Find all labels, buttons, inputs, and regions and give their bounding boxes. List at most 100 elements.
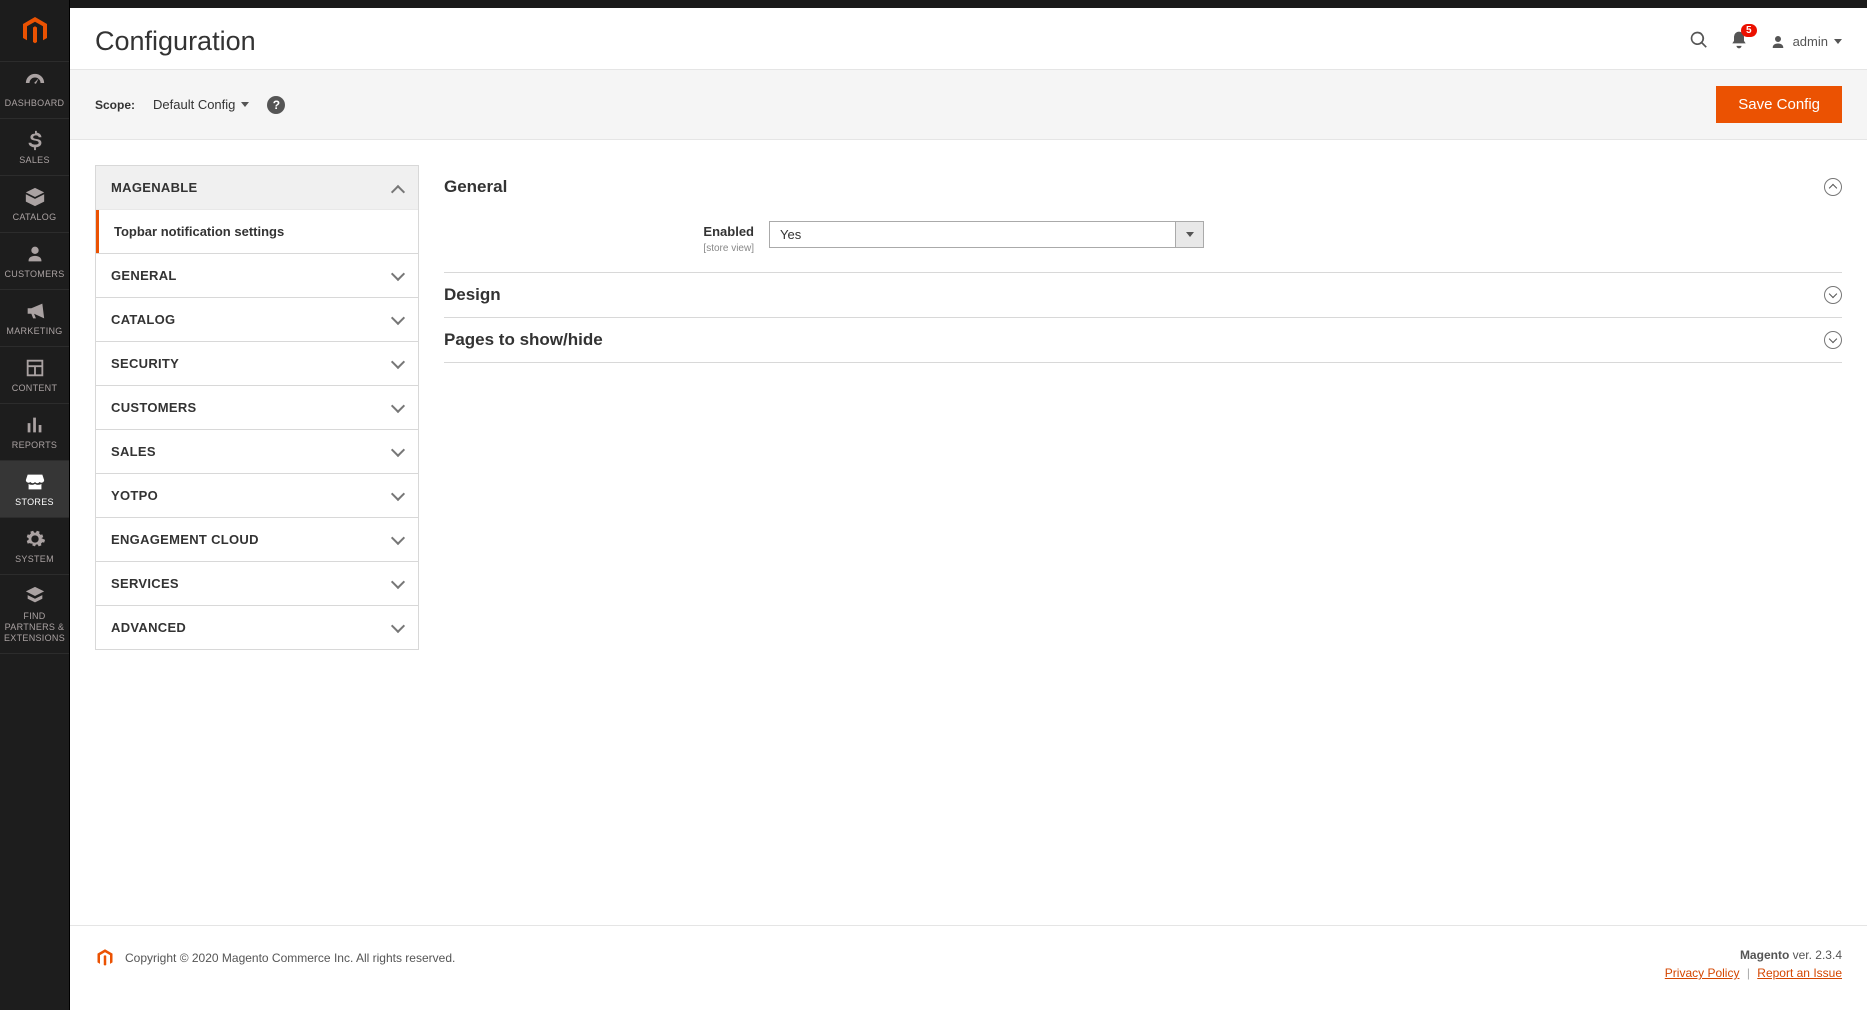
field-label: Enabled xyxy=(444,224,754,239)
box-icon xyxy=(24,186,46,208)
config-group-yotpo: YOTPO xyxy=(95,473,419,518)
config-group-catalog: CATALOG xyxy=(95,297,419,342)
user-icon xyxy=(1769,33,1787,51)
footer: Copyright © 2020 Magento Commerce Inc. A… xyxy=(70,925,1867,1010)
config-group-label: SERVICES xyxy=(111,576,179,591)
chevron-down-icon xyxy=(1175,222,1203,247)
nav-sales[interactable]: SALES xyxy=(0,119,69,176)
notifications-button[interactable]: 5 xyxy=(1729,30,1749,53)
config-group-header[interactable]: YOTPO xyxy=(96,474,418,517)
chevron-down-icon xyxy=(393,315,403,325)
dollar-icon xyxy=(24,129,46,151)
scope-label: Scope: xyxy=(95,98,135,112)
config-group-label: GENERAL xyxy=(111,268,177,283)
config-group-header[interactable]: GENERAL xyxy=(96,254,418,297)
megaphone-icon xyxy=(24,300,46,322)
chevron-down-icon xyxy=(393,491,403,501)
chevron-down-icon xyxy=(393,535,403,545)
notifications-badge: 5 xyxy=(1741,24,1757,37)
config-group-label: YOTPO xyxy=(111,488,158,503)
section-header-pages[interactable]: Pages to show/hide xyxy=(444,318,1842,362)
store-icon xyxy=(24,471,46,493)
config-group-header[interactable]: ADVANCED xyxy=(96,606,418,649)
chevron-down-icon xyxy=(1834,39,1842,44)
scope-select[interactable]: Default Config xyxy=(153,97,249,112)
config-group-label: MAGENABLE xyxy=(111,180,197,195)
section-design: Design xyxy=(444,273,1842,318)
config-group-header[interactable]: ENGAGEMENT CLOUD xyxy=(96,518,418,561)
nav-reports-label: REPORTS xyxy=(12,440,57,450)
section-title: General xyxy=(444,177,507,197)
nav-dashboard[interactable]: DASHBOARD xyxy=(0,62,69,119)
field-scope-hint: [store view] xyxy=(703,243,754,254)
chevron-down-icon xyxy=(393,447,403,457)
config-item-topbar-notification[interactable]: Topbar notification settings xyxy=(96,210,418,253)
content-icon xyxy=(24,357,46,379)
nav-dashboard-label: DASHBOARD xyxy=(5,98,65,108)
config-group-header[interactable]: SECURITY xyxy=(96,342,418,385)
nav-sales-label: SALES xyxy=(19,155,50,165)
chevron-down-icon xyxy=(393,271,403,281)
chevron-down-icon xyxy=(393,623,403,633)
config-group-label: CATALOG xyxy=(111,312,175,327)
footer-version: ver. 2.3.4 xyxy=(1793,948,1842,962)
gear-icon xyxy=(24,528,46,550)
save-config-button[interactable]: Save Config xyxy=(1716,86,1842,123)
magento-logo-icon xyxy=(95,948,115,968)
nav-partners[interactable]: FIND PARTNERS & EXTENSIONS xyxy=(0,575,69,654)
nav-content[interactable]: CONTENT xyxy=(0,347,69,404)
config-group-header[interactable]: CATALOG xyxy=(96,298,418,341)
nav-reports[interactable]: REPORTS xyxy=(0,404,69,461)
expand-icon xyxy=(1824,331,1842,349)
report-issue-link[interactable]: Report an Issue xyxy=(1757,966,1842,980)
help-button[interactable]: ? xyxy=(267,96,285,114)
config-group-customers: CUSTOMERS xyxy=(95,385,419,430)
nav-system-label: SYSTEM xyxy=(15,554,54,564)
separator: | xyxy=(1747,966,1750,980)
nav-catalog-label: CATALOG xyxy=(13,212,57,222)
magento-logo[interactable] xyxy=(0,0,69,62)
config-group-header[interactable]: CUSTOMERS xyxy=(96,386,418,429)
footer-copyright: Copyright © 2020 Magento Commerce Inc. A… xyxy=(125,951,455,965)
nav-catalog[interactable]: CATALOG xyxy=(0,176,69,233)
topbar-strip xyxy=(70,0,1867,8)
field-enabled: Enabled [store view] Yes xyxy=(444,221,1842,254)
section-header-design[interactable]: Design xyxy=(444,273,1842,317)
nav-stores-label: STORES xyxy=(15,497,54,507)
nav-marketing[interactable]: MARKETING xyxy=(0,290,69,347)
nav-content-label: CONTENT xyxy=(12,383,58,393)
enabled-select[interactable]: Yes xyxy=(769,221,1204,248)
privacy-policy-link[interactable]: Privacy Policy xyxy=(1665,966,1740,980)
config-group-header[interactable]: SALES xyxy=(96,430,418,473)
admin-sidebar: DASHBOARD SALES CATALOG CUSTOMERS MARKET… xyxy=(0,0,70,1010)
search-button[interactable] xyxy=(1689,30,1709,53)
chevron-down-icon xyxy=(393,403,403,413)
config-group-advanced: ADVANCED xyxy=(95,605,419,650)
config-group-magenable: MAGENABLE Topbar notification settings xyxy=(95,165,419,254)
scope-value: Default Config xyxy=(153,97,235,112)
section-pages: Pages to show/hide xyxy=(444,318,1842,363)
nav-partners-label: FIND PARTNERS & EXTENSIONS xyxy=(2,611,67,643)
chevron-down-icon xyxy=(241,102,249,107)
user-menu[interactable]: admin xyxy=(1769,33,1842,51)
config-group-label: SALES xyxy=(111,444,156,459)
dashboard-icon xyxy=(24,72,46,94)
section-header-general[interactable]: General xyxy=(444,165,1842,209)
config-group-header[interactable]: MAGENABLE xyxy=(96,166,418,209)
partners-icon xyxy=(24,585,46,607)
chevron-up-icon xyxy=(393,183,403,193)
config-group-services: SERVICES xyxy=(95,561,419,606)
config-group-security: SECURITY xyxy=(95,341,419,386)
section-title: Design xyxy=(444,285,501,305)
config-group-label: ADVANCED xyxy=(111,620,186,635)
nav-system[interactable]: SYSTEM xyxy=(0,518,69,575)
nav-customers[interactable]: CUSTOMERS xyxy=(0,233,69,290)
config-nav: MAGENABLE Topbar notification settings G… xyxy=(95,165,419,900)
nav-stores[interactable]: STORES xyxy=(0,461,69,518)
collapse-icon xyxy=(1824,178,1842,196)
page-title: Configuration xyxy=(95,26,256,57)
person-icon xyxy=(24,243,46,265)
chevron-down-icon xyxy=(393,579,403,589)
config-group-header[interactable]: SERVICES xyxy=(96,562,418,605)
config-group-sales: SALES xyxy=(95,429,419,474)
